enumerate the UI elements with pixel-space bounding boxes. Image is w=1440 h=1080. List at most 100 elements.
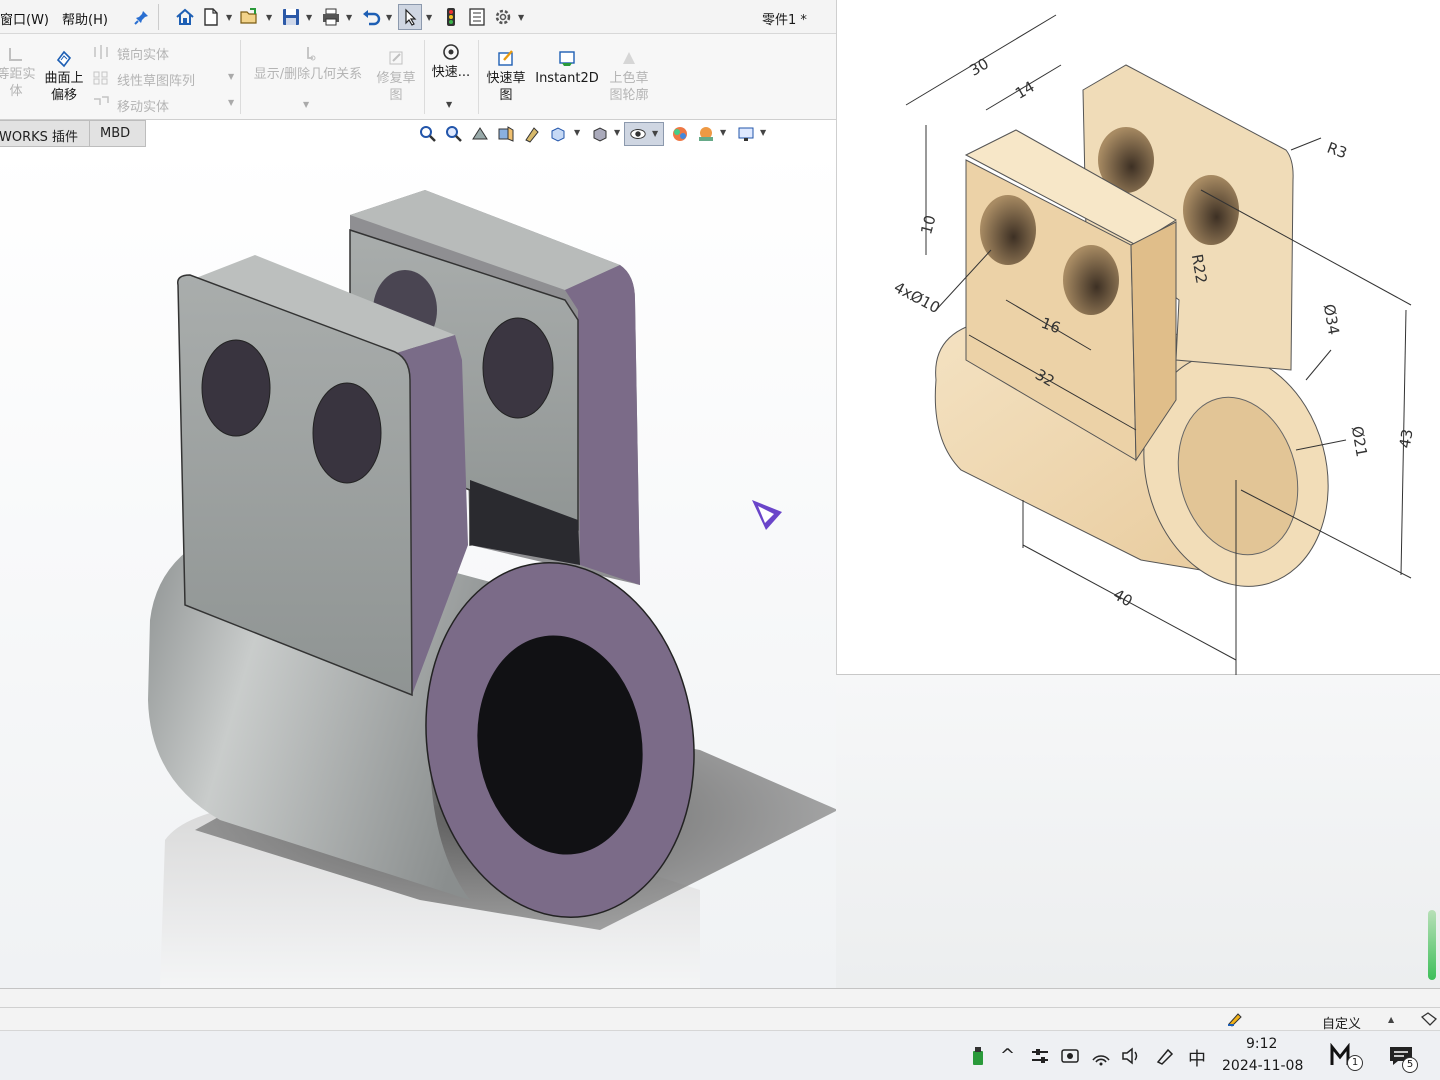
view-settings-caret-icon[interactable]: ▼ <box>760 128 766 137</box>
undo-caret-icon[interactable]: ▼ <box>386 13 392 22</box>
quick-snaps-caret-icon[interactable]: ▼ <box>446 100 452 109</box>
notification-badge: 5 <box>1402 1057 1418 1073</box>
instant2d-button[interactable]: Instant2D <box>534 48 600 87</box>
network-settings-icon[interactable] <box>1030 1047 1050 1065</box>
open-icon[interactable] <box>238 6 260 28</box>
section-view-icon[interactable] <box>496 124 516 144</box>
shaded-contours-icon <box>623 52 635 64</box>
tab-solidworks-addins[interactable]: WORKS 插件 <box>0 120 90 147</box>
apply-scene-icon[interactable] <box>696 124 716 144</box>
quick-snaps-label: 快速... <box>431 65 471 80</box>
dynamic-annotation-icon[interactable] <box>522 124 542 144</box>
new-file-icon[interactable] <box>200 6 222 28</box>
hide-show-caret-icon: ▼ <box>652 129 659 138</box>
ref-front-hole-left <box>980 195 1036 265</box>
menu-help[interactable]: 帮助(H) <box>62 9 108 28</box>
home-icon[interactable] <box>174 6 196 28</box>
reference-isometric-drawing: 30 14 R3 10 4xØ10 R22 16 32 Ø34 Ø21 43 4… <box>891 14 1417 675</box>
app-m-badge: 1 <box>1347 1055 1363 1071</box>
reference-image-panel: 30 14 R3 10 4xØ10 R22 16 32 Ø34 Ø21 43 4… <box>836 0 1440 675</box>
relations-icon <box>307 47 316 61</box>
menu-bar: 窗口(W) 帮助(H) ▼ ▼ ▼ ▼ ▼ ▼ ▼ 零件1 * <box>0 0 836 34</box>
offset-solid-label: 等距实 体 <box>0 67 36 99</box>
display-style-icon[interactable] <box>590 124 610 144</box>
print-icon[interactable] <box>320 6 342 28</box>
tag-icon[interactable] <box>1420 1011 1438 1027</box>
surface-offset-label-1: 曲面上 <box>44 71 84 86</box>
graphics-area[interactable]: ▼ ▼ ▼ ▼ ▼ <box>0 122 838 988</box>
usb-device-icon[interactable] <box>970 1045 986 1067</box>
pen-ink-icon[interactable] <box>1154 1046 1176 1066</box>
print-caret-icon[interactable]: ▼ <box>346 13 352 22</box>
rear-hole-right <box>482 317 554 419</box>
input-method-indicator[interactable]: 中 <box>1188 1045 1206 1071</box>
dim-40: 40 <box>1110 585 1136 610</box>
graphics-area-right <box>836 675 1440 988</box>
zoom-to-fit-icon[interactable] <box>418 124 438 144</box>
select-button[interactable] <box>398 4 422 30</box>
security-shield-icon[interactable] <box>1060 1046 1080 1066</box>
previous-view-icon[interactable] <box>470 124 490 144</box>
shaded-contours-label-2: 图轮廓 <box>609 88 649 103</box>
ref-front-hole-right <box>1063 245 1119 315</box>
volume-icon[interactable] <box>1120 1046 1142 1066</box>
scroll-indicator[interactable] <box>1428 910 1436 980</box>
offset-solid-button[interactable]: 等距实 体 <box>0 44 38 100</box>
new-file-caret-icon[interactable]: ▼ <box>226 13 232 22</box>
options-gear-icon[interactable] <box>492 6 514 28</box>
repair-sketch-label-2: 图 <box>389 88 403 103</box>
clock-date[interactable]: 2024-11-08 <box>1222 1058 1303 1074</box>
rapid-sketch-label-2: 图 <box>499 88 513 103</box>
rapid-sketch-icon <box>498 50 513 66</box>
view-orientation-icon[interactable] <box>548 124 568 144</box>
save-icon[interactable] <box>280 6 302 28</box>
view-settings-icon[interactable] <box>736 124 756 144</box>
clock-time[interactable]: 9:12 <box>1246 1036 1277 1052</box>
ref-rear-hole-right <box>1183 175 1239 245</box>
dim-dia-21: Ø21 <box>1348 425 1371 459</box>
quick-snaps-button[interactable]: 快速... <box>428 42 474 81</box>
hide-show-items-button[interactable]: ▼ <box>624 122 664 146</box>
view-orientation-caret-icon[interactable]: ▼ <box>574 128 580 137</box>
show-relations-caret-icon[interactable]: ▼ <box>303 100 309 109</box>
pin-icon[interactable] <box>134 8 150 26</box>
save-caret-icon[interactable]: ▼ <box>306 13 312 22</box>
dim-4x-dia-10: 4xØ10 <box>891 278 943 317</box>
surface-offset-button[interactable]: 曲面上 偏移 <box>40 48 88 104</box>
apply-scene-caret-icon[interactable]: ▼ <box>720 128 726 137</box>
unit-system-caret-icon[interactable]: ▲ <box>1388 1015 1394 1024</box>
ribbon-divider <box>240 40 241 114</box>
mirror-entities-label[interactable]: 镜向实体 <box>117 44 169 63</box>
surface-offset-label-2: 偏移 <box>50 88 77 103</box>
linear-pattern-label[interactable]: 线性草图阵列 <box>117 70 195 89</box>
wifi-icon[interactable] <box>1090 1046 1112 1066</box>
linear-pattern-caret-icon[interactable]: ▼ <box>228 72 234 81</box>
show-relations-button[interactable]: 显示/删除几何关系 <box>246 44 370 83</box>
shaded-sketch-contours-button[interactable]: 上色草 图轮廓 <box>604 48 654 104</box>
traffic-light-icon[interactable] <box>440 6 462 28</box>
status-bar: 自定义 ▲ <box>0 988 1440 1032</box>
move-entities-label[interactable]: 移动实体 <box>117 96 169 115</box>
select-caret-icon[interactable]: ▼ <box>426 13 432 22</box>
move-entities-caret-icon[interactable]: ▼ <box>228 98 234 107</box>
undo-icon[interactable] <box>360 6 382 28</box>
menu-window[interactable]: 窗口(W) <box>0 9 49 28</box>
repair-sketch-button[interactable]: 修复草 图 <box>372 48 420 104</box>
show-hidden-icons-icon[interactable]: ^ <box>1000 1045 1015 1066</box>
zoom-to-area-icon[interactable] <box>444 124 464 144</box>
solidworks-3dexperience-logo-icon <box>752 500 782 530</box>
part-model[interactable] <box>0 148 838 988</box>
edit-appearance-icon[interactable] <box>670 124 690 144</box>
options-caret-icon[interactable]: ▼ <box>518 13 524 22</box>
rebuild-icon[interactable] <box>1226 1011 1244 1027</box>
status-divider <box>0 1007 1440 1008</box>
ribbon-divider <box>424 40 425 114</box>
rapid-sketch-button[interactable]: 快速草 图 <box>482 48 530 104</box>
linear-pattern-icon <box>93 71 108 85</box>
file-properties-icon[interactable] <box>466 6 488 28</box>
tab-mbd[interactable]: MBD <box>89 120 146 147</box>
display-style-caret-icon[interactable]: ▼ <box>614 128 620 137</box>
front-hole-right <box>312 382 382 484</box>
open-caret-icon[interactable]: ▼ <box>266 13 272 22</box>
quick-snaps-icon <box>443 44 459 60</box>
